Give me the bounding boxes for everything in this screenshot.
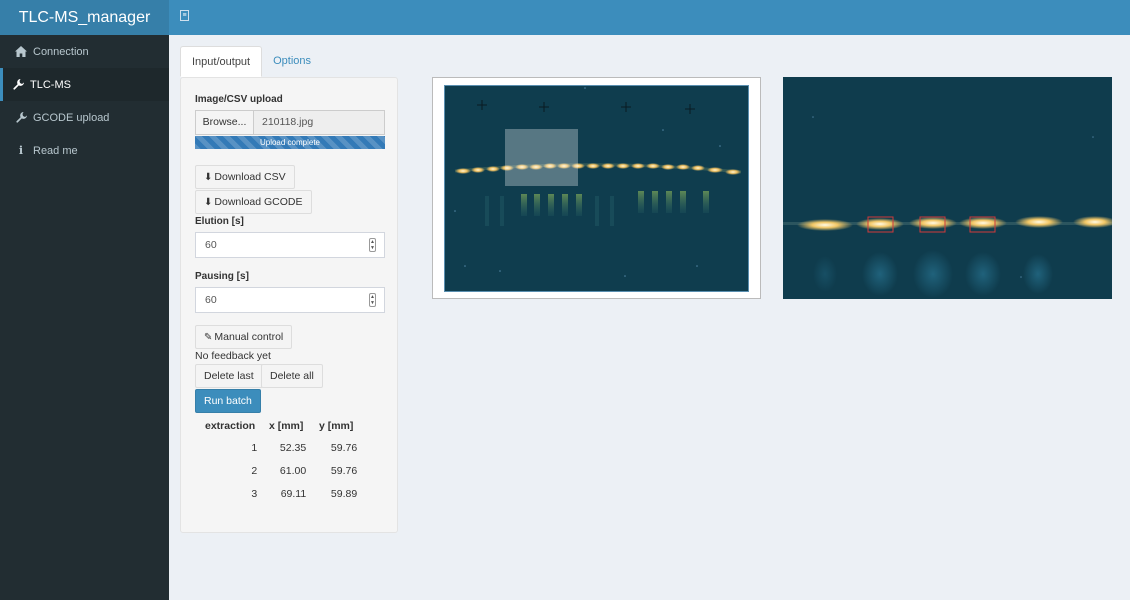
upload-progress-bar: Upload complete xyxy=(195,136,385,149)
table-row: 2 61.00 59.76 xyxy=(251,464,358,477)
feedback-text: No feedback yet xyxy=(195,350,271,362)
pausing-label: Pausing [s] xyxy=(195,271,249,282)
sidebar-item-label: GCODE upload xyxy=(33,111,110,124)
main-content: Input/output Options Image/CSV upload Br… xyxy=(169,35,1130,600)
download-gcode-button[interactable]: ⬇ Download GCODE xyxy=(195,190,312,214)
edit-icon: ✎ xyxy=(204,332,213,343)
wrench-icon xyxy=(15,112,27,123)
tab-bar: Input/output Options xyxy=(180,46,322,77)
tlc-plate-image[interactable] xyxy=(444,85,749,292)
delete-all-button[interactable]: Delete all xyxy=(261,364,323,388)
extraction-table: extraction x [mm] y [mm] 1 52.35 59.76 2… xyxy=(199,416,361,505)
sidebar: Connection TLC-MS GCODE upload i Read me xyxy=(0,35,169,600)
download-csv-button[interactable]: ⬇ Download CSV xyxy=(195,165,295,189)
wrench-icon xyxy=(12,79,24,90)
file-upload: Browse... 210118.jpg xyxy=(195,110,385,135)
zoom-image[interactable] xyxy=(783,77,1117,299)
top-navbar: ≡ xyxy=(169,0,1130,35)
upload-label: Image/CSV upload xyxy=(195,94,283,105)
table-header: extraction xyxy=(205,420,256,432)
sidebar-item-label: Read me xyxy=(33,144,78,157)
table-header: x [mm] xyxy=(268,420,304,432)
sidebar-item-tlc-ms[interactable]: TLC-MS xyxy=(0,68,169,101)
manual-control-button[interactable]: ✎ Manual control xyxy=(195,325,293,349)
sidebar-toggle-icon[interactable]: ≡ xyxy=(180,10,189,21)
selection-overlay xyxy=(505,129,578,186)
table-header: y [mm] xyxy=(318,420,354,432)
input-panel: Image/CSV upload Browse... 210118.jpg Up… xyxy=(180,77,398,533)
tab-input-output[interactable]: Input/output xyxy=(180,46,263,77)
sidebar-item-connection[interactable]: Connection xyxy=(0,35,169,68)
home-icon xyxy=(15,46,27,57)
filename-field[interactable]: 210118.jpg xyxy=(254,110,385,135)
run-batch-button[interactable]: Run batch xyxy=(195,389,261,413)
sidebar-item-gcode-upload[interactable]: GCODE upload xyxy=(0,101,169,134)
sidebar-item-label: TLC-MS xyxy=(30,78,71,91)
table-row: 1 52.35 59.76 xyxy=(251,441,358,454)
pausing-input[interactable]: 60 ▲ ▼ xyxy=(195,287,385,313)
spinner-icon[interactable]: ▲ ▼ xyxy=(369,293,376,307)
elution-label: Elution [s] xyxy=(195,216,244,227)
info-icon: i xyxy=(18,144,24,157)
download-icon: ⬇ xyxy=(204,172,213,183)
sidebar-item-label: Connection xyxy=(33,45,89,58)
download-icon: ⬇ xyxy=(204,197,213,208)
spinner-icon[interactable]: ▲ ▼ xyxy=(369,238,376,252)
table-row: 3 69.11 59.89 xyxy=(251,487,358,500)
delete-last-button[interactable]: Delete last xyxy=(195,364,263,388)
app-logo[interactable]: TLC-MS_manager xyxy=(0,0,169,35)
tlc-plate-frame xyxy=(432,77,761,299)
elution-input[interactable]: 60 ▲ ▼ xyxy=(195,232,385,258)
sidebar-item-read-me[interactable]: i Read me xyxy=(0,134,169,167)
browse-button[interactable]: Browse... xyxy=(195,110,254,135)
tab-options[interactable]: Options xyxy=(262,46,322,77)
